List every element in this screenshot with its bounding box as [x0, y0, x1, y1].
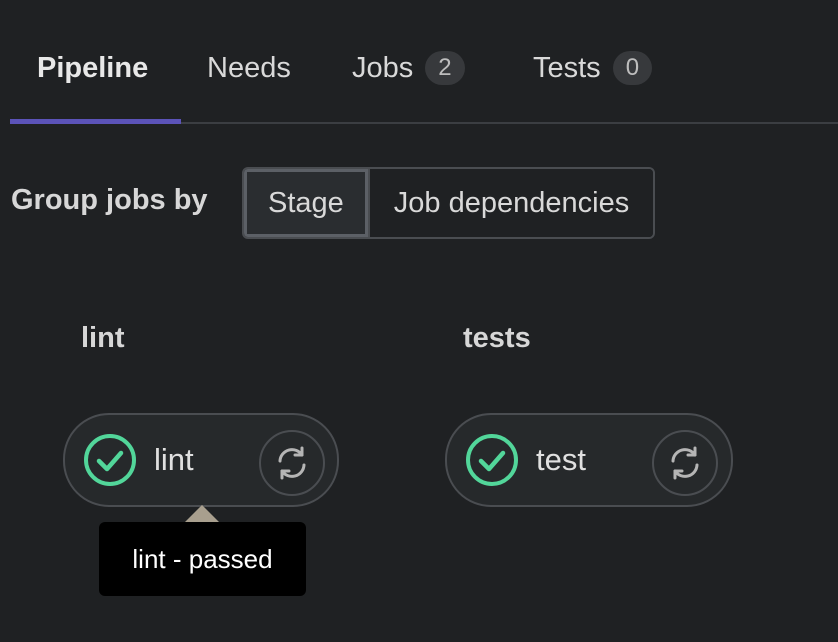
tab-needs-label: Needs: [207, 51, 291, 84]
retry-icon: [671, 446, 699, 480]
group-by-stage-button[interactable]: Stage: [244, 169, 368, 237]
tooltip-arrow: [185, 505, 219, 522]
group-by-job-dependencies-button[interactable]: Job dependencies: [367, 169, 654, 237]
tests-count-badge: 0: [612, 51, 653, 85]
job-name: test: [536, 442, 586, 477]
retry-button[interactable]: [259, 430, 325, 496]
jobs-count-badge: 2: [425, 51, 465, 85]
group-jobs-by-label: Group jobs by: [11, 184, 208, 216]
job-name: lint: [154, 442, 194, 477]
retry-button[interactable]: [652, 430, 718, 496]
tab-pipeline[interactable]: Pipeline: [37, 48, 148, 88]
retry-icon: [278, 446, 306, 480]
active-tab-indicator: [10, 119, 181, 124]
tab-pipeline-label: Pipeline: [37, 51, 149, 84]
tab-tests[interactable]: Tests 0: [533, 48, 653, 88]
tab-jobs-label: Jobs: [352, 51, 414, 84]
check-circle-icon: [466, 434, 518, 486]
stage-title-lint: lint: [81, 322, 125, 354]
tab-jobs[interactable]: Jobs 2: [352, 48, 465, 88]
pipeline-tabs: Pipeline Needs Jobs 2 Tests 0: [10, 0, 838, 124]
tab-tests-label: Tests: [533, 51, 601, 84]
stage-title-tests: tests: [463, 322, 531, 354]
job-lint[interactable]: lint: [63, 413, 339, 507]
job-test[interactable]: test: [445, 413, 733, 507]
job-status-tooltip: lint - passed: [99, 522, 306, 596]
group-by-toggle: Stage Job dependencies: [242, 167, 656, 239]
check-circle-icon: [84, 434, 136, 486]
tab-needs[interactable]: Needs: [207, 48, 291, 88]
